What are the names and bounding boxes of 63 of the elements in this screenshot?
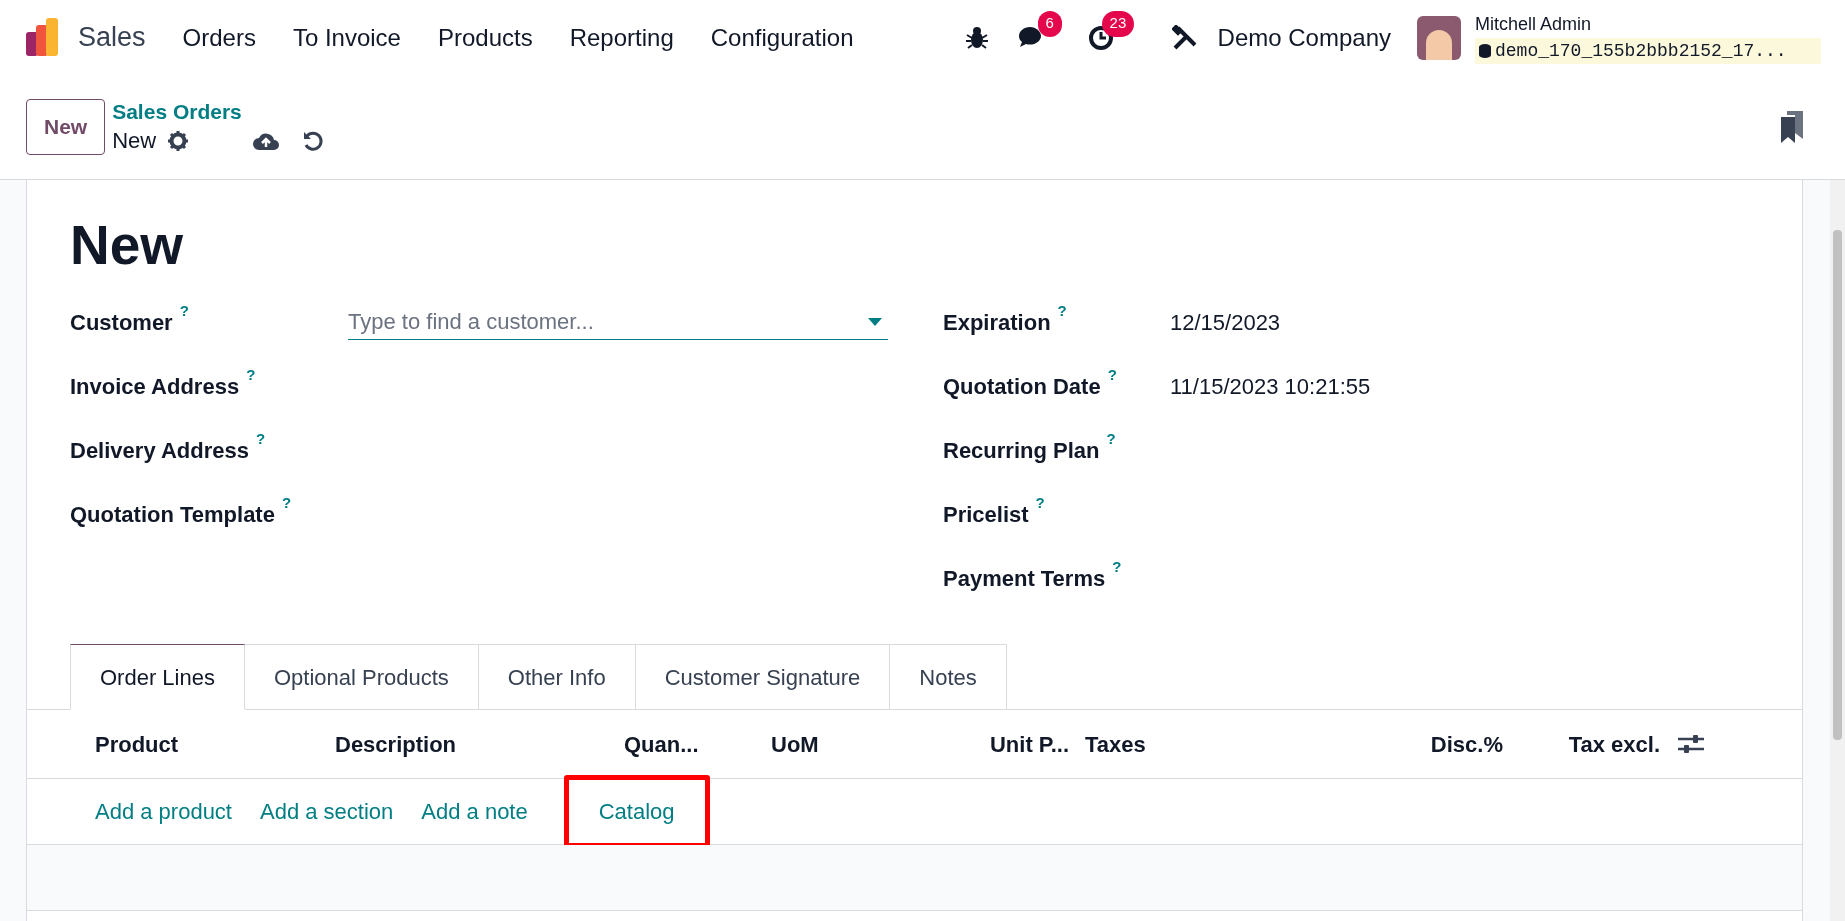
caret-icon [868, 318, 882, 326]
help-mark[interactable]: ? [1112, 555, 1122, 578]
field-label: Expiration [943, 308, 1051, 337]
menu-item[interactable]: Products [437, 19, 533, 56]
menu-item[interactable]: Reporting [569, 19, 674, 56]
column-header[interactable]: Disc.% [1379, 727, 1519, 761]
company-name[interactable]: Demo Company [1217, 19, 1391, 56]
tab[interactable]: Other Info [478, 644, 636, 709]
app-name[interactable]: Sales [78, 17, 146, 58]
settings-icon[interactable] [168, 131, 189, 151]
database-icon [1479, 44, 1491, 58]
tab[interactable]: Notes [890, 644, 1007, 709]
breadcrumb-link[interactable]: Sales Orders [112, 98, 325, 126]
new-button[interactable]: New [26, 99, 106, 155]
help-mark[interactable]: ? [1106, 427, 1116, 450]
help-mark[interactable]: ? [1107, 363, 1117, 386]
column-header[interactable]: Product [95, 727, 335, 761]
add-line-link[interactable]: Add a note [421, 795, 528, 828]
undo-icon[interactable] [302, 130, 325, 152]
column-header[interactable]: Taxes [1085, 727, 1379, 761]
bug-icon[interactable] [965, 25, 988, 50]
customer-field[interactable]: Type to find a customer... [348, 304, 888, 340]
menu-item[interactable]: Configuration [710, 19, 854, 56]
user-avatar[interactable] [1417, 15, 1461, 60]
field-label: Customer [70, 308, 173, 337]
catalog-link[interactable]: Catalog [598, 795, 675, 828]
database-name: demo_170_155b2bbb2152_17... [1495, 39, 1787, 63]
notification-badge: 6 [1037, 10, 1062, 37]
help-mark[interactable]: ? [179, 299, 189, 322]
help-mark[interactable]: ? [1035, 491, 1045, 514]
field-label: Delivery Address [70, 436, 249, 465]
field-value[interactable]: 11/15/2023 10:21:55 [1170, 369, 1371, 403]
column-header[interactable]: UoM [771, 727, 971, 761]
field-label: Pricelist [943, 500, 1029, 529]
column-header[interactable]: Unit P... [971, 727, 1085, 761]
field-label: Quotation Template [70, 500, 275, 529]
cloud-upload-icon[interactable] [252, 131, 281, 151]
tab[interactable]: Order Lines [70, 644, 245, 710]
bookmark-icon[interactable] [1781, 111, 1803, 143]
user-name[interactable]: Mitchell Admin [1475, 11, 1821, 38]
column-settings-icon[interactable] [1678, 733, 1704, 755]
field-label: Invoice Address [70, 372, 240, 401]
record-title: New [70, 214, 185, 276]
notification-badge: 23 [1101, 10, 1135, 37]
help-mark[interactable]: ? [246, 363, 256, 386]
tab[interactable]: Customer Signature [635, 644, 891, 709]
field-label: Quotation Date [943, 372, 1101, 401]
add-line-link[interactable]: Add a product [95, 795, 232, 828]
tools-icon[interactable] [1171, 24, 1198, 51]
help-mark[interactable]: ? [255, 427, 266, 450]
field-label: Recurring Plan [943, 436, 1100, 465]
record-name: New [112, 127, 157, 155]
column-header[interactable]: Tax excl. [1519, 727, 1676, 761]
field-label: Payment Terms [943, 564, 1106, 593]
add-line-link[interactable]: Add a section [260, 795, 394, 828]
field-value[interactable]: 12/15/2023 [1170, 305, 1281, 339]
menu-item[interactable]: To Invoice [292, 19, 401, 56]
column-header[interactable]: Description [335, 727, 624, 761]
menu-item[interactable]: Orders [182, 19, 256, 56]
column-header[interactable]: Quan... [624, 727, 771, 761]
tab[interactable]: Optional Products [244, 644, 479, 709]
help-mark[interactable]: ? [281, 491, 292, 514]
help-mark[interactable]: ? [1057, 299, 1067, 322]
